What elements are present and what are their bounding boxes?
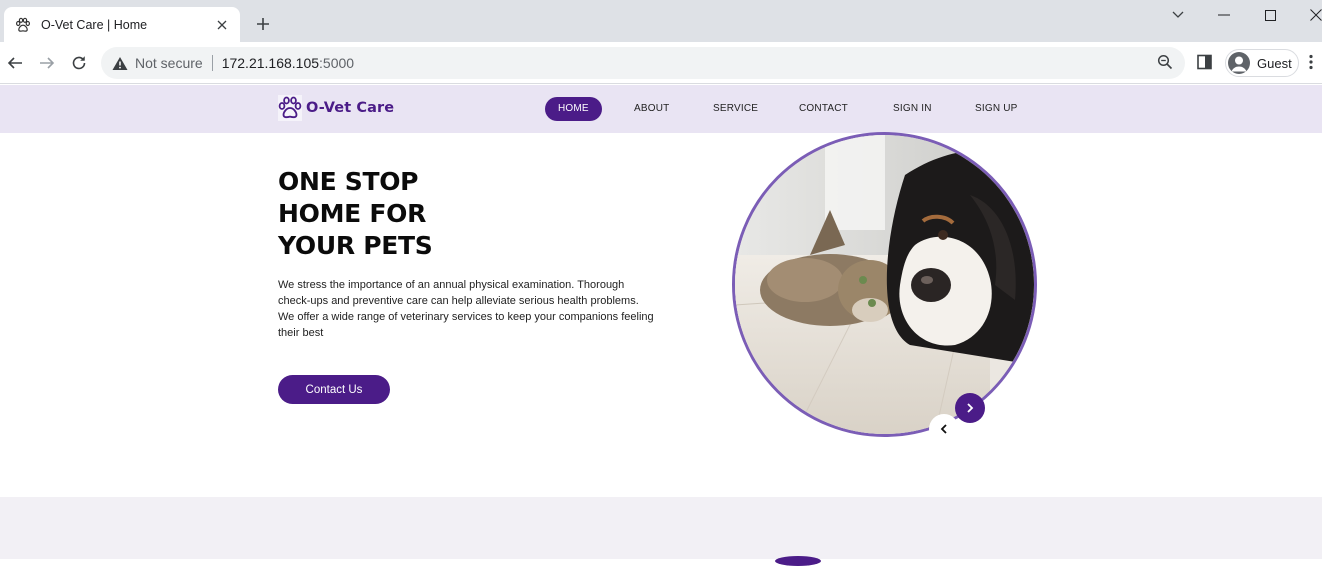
carousel-prev-button[interactable] <box>929 414 959 444</box>
carousel-next-button[interactable] <box>955 393 985 423</box>
hero-title-line: HOME FOR <box>278 199 427 228</box>
maximize-icon[interactable] <box>1259 4 1281 26</box>
tab-title: O-Vet Care | Home <box>41 17 148 32</box>
side-panel-icon[interactable] <box>1197 54 1215 72</box>
warning-icon[interactable] <box>111 54 129 72</box>
nav-sign-in[interactable]: SIGN IN <box>893 97 932 121</box>
minimize-icon[interactable] <box>1213 4 1235 26</box>
hero-title-line: ONE STOP <box>278 167 419 196</box>
nav-sign-up[interactable]: SIGN UP <box>975 97 1018 121</box>
profile-label: Guest <box>1257 55 1292 71</box>
nav-service[interactable]: SERVICE <box>713 97 758 121</box>
url-port: :5000 <box>319 55 355 71</box>
main-menu: HOME ABOUT SERVICE CONTACT SIGN IN SIGN … <box>0 97 1322 121</box>
nav-contact[interactable]: CONTACT <box>799 97 848 121</box>
site-navbar: O-Vet Care HOME ABOUT SERVICE CONTACT SI… <box>0 85 1322 133</box>
url-text[interactable]: 172.21.168.105:5000 <box>222 55 354 71</box>
nav-home[interactable]: HOME <box>545 97 602 121</box>
chevron-right-icon <box>967 403 974 413</box>
new-tab-icon[interactable] <box>253 14 273 34</box>
close-tab-icon[interactable] <box>214 17 230 33</box>
contact-us-button[interactable]: Contact Us <box>278 375 390 404</box>
browser-tab-strip: O-Vet Care | Home <box>0 0 1322 42</box>
forward-arrow-icon[interactable] <box>36 52 58 74</box>
next-section <box>0 497 1322 566</box>
url-host: 172.21.168.105 <box>221 55 320 71</box>
chevron-left-icon <box>940 424 947 434</box>
avatar-icon <box>1228 52 1250 74</box>
section-decoration <box>775 556 821 566</box>
tab-search-chevron-icon[interactable] <box>1167 4 1189 26</box>
hero-description: We stress the importance of an annual ph… <box>278 279 654 339</box>
more-menu-icon[interactable] <box>1309 54 1321 72</box>
reload-icon[interactable] <box>68 52 90 74</box>
hero-title-line: YOUR PETS <box>278 231 433 260</box>
address-bar[interactable]: Not secure 172.21.168.105:5000 <box>101 47 1185 79</box>
zoom-magnifier-icon[interactable] <box>1157 54 1175 72</box>
browser-toolbar: Not secure 172.21.168.105:5000 Guest <box>0 42 1322 84</box>
cat-and-dog-illustration <box>735 135 1034 434</box>
hero-title: ONE STOP HOME FOR YOUR PETS <box>278 166 433 262</box>
security-label[interactable]: Not secure <box>135 55 203 71</box>
browser-tab[interactable]: O-Vet Care | Home <box>4 7 240 42</box>
profile-button[interactable]: Guest <box>1225 49 1299 77</box>
back-arrow-icon[interactable] <box>4 52 26 74</box>
close-window-icon[interactable] <box>1305 4 1322 26</box>
paw-favicon-icon <box>14 16 32 34</box>
omnibox-divider <box>211 55 213 71</box>
hero-pet-photo <box>732 132 1037 437</box>
nav-about[interactable]: ABOUT <box>634 97 669 121</box>
